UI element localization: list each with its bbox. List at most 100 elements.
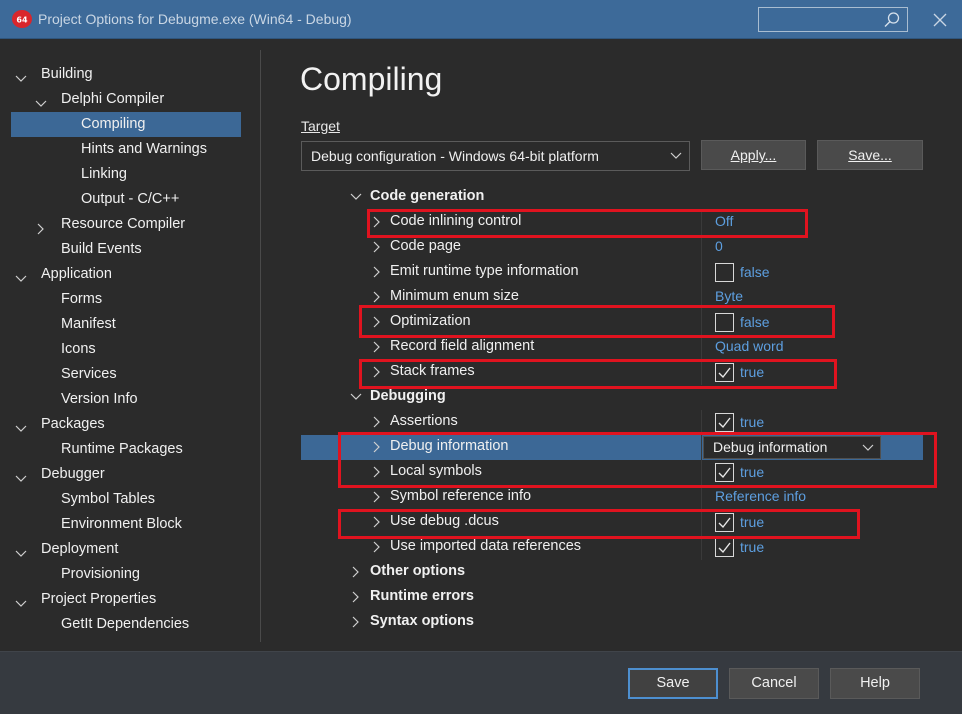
property-dropdown[interactable]: Debug information bbox=[703, 436, 881, 459]
sidebar-item[interactable]: Version Info bbox=[0, 387, 258, 412]
chevron-right-icon[interactable] bbox=[349, 590, 363, 604]
property-row[interactable]: Optimization false bbox=[301, 310, 923, 335]
section-row[interactable]: Code generation bbox=[301, 185, 923, 210]
chevron-down-icon[interactable] bbox=[349, 190, 363, 204]
cancel-button[interactable]: Cancel bbox=[729, 668, 819, 699]
property-row[interactable]: Debug information Debug information bbox=[301, 435, 923, 460]
target-select[interactable]: Debug configuration - Windows 64-bit pla… bbox=[301, 141, 690, 171]
save-button[interactable]: Save bbox=[628, 668, 718, 699]
property-row[interactable]: Use imported data references true bbox=[301, 535, 923, 560]
sidebar-item[interactable]: GetIt Dependencies bbox=[0, 612, 258, 637]
column-divider bbox=[701, 460, 702, 485]
sidebar-item-label: Build Events bbox=[61, 241, 142, 257]
sidebar-item[interactable]: Manifest bbox=[0, 312, 258, 337]
sidebar-item[interactable]: Deployment bbox=[0, 537, 258, 562]
property-row[interactable]: Symbol reference info Reference info bbox=[301, 485, 923, 510]
sidebar-item[interactable]: Resource Compiler bbox=[0, 212, 258, 237]
sidebar-item[interactable]: Compiling bbox=[11, 112, 241, 137]
section-row[interactable]: Other options bbox=[301, 560, 923, 585]
section-row[interactable]: Runtime errors bbox=[301, 585, 923, 610]
sidebar-item[interactable]: Application bbox=[0, 262, 258, 287]
sidebar-item-label: Output - C/C++ bbox=[81, 191, 180, 207]
checkbox[interactable] bbox=[715, 413, 734, 432]
property-row[interactable]: Emit runtime type information false bbox=[301, 260, 923, 285]
sidebar-item-label: Building bbox=[41, 66, 93, 82]
chevron-right-icon[interactable] bbox=[370, 315, 384, 329]
sidebar-item[interactable]: Services bbox=[0, 362, 258, 387]
chevron-right-icon[interactable] bbox=[370, 415, 384, 429]
sidebar-item[interactable]: Icons bbox=[0, 337, 258, 362]
property-row[interactable]: Use debug .dcus true bbox=[301, 510, 923, 535]
help-button[interactable]: Help bbox=[830, 668, 920, 699]
property-label: Code page bbox=[390, 238, 461, 254]
sidebar-item[interactable]: Runtime Packages bbox=[0, 437, 258, 462]
property-row[interactable]: Assertions true bbox=[301, 410, 923, 435]
sidebar-item[interactable]: Build Events bbox=[0, 237, 258, 262]
sidebar-item[interactable]: Building bbox=[0, 62, 258, 87]
checkbox[interactable] bbox=[715, 363, 734, 382]
apply-button[interactable]: Apply... bbox=[701, 140, 806, 170]
sidebar-item[interactable]: Symbol Tables bbox=[0, 487, 258, 512]
chevron-right-icon[interactable] bbox=[370, 240, 384, 254]
title-bar: 64 Project Options for Debugme.exe (Win6… bbox=[0, 0, 962, 39]
sidebar-item[interactable]: Packages bbox=[0, 412, 258, 437]
chevron-right-icon[interactable] bbox=[370, 340, 384, 354]
chevron-down-icon[interactable] bbox=[349, 390, 363, 404]
chevron-right-icon[interactable] bbox=[370, 265, 384, 279]
sidebar-item[interactable]: Forms bbox=[0, 287, 258, 312]
sidebar-item[interactable]: Linking bbox=[0, 162, 258, 187]
property-label: Assertions bbox=[390, 413, 458, 429]
section-row[interactable]: Debugging bbox=[301, 385, 923, 410]
checkbox[interactable] bbox=[715, 538, 734, 557]
search-icon bbox=[884, 12, 900, 27]
search-input[interactable] bbox=[758, 7, 908, 32]
checkmark-icon bbox=[718, 517, 731, 529]
chevron-right-icon[interactable] bbox=[370, 215, 384, 229]
checkbox[interactable] bbox=[715, 263, 734, 282]
chevron-right-icon[interactable] bbox=[370, 440, 384, 454]
save-target-button[interactable]: Save... bbox=[817, 140, 923, 170]
chevron-right-icon[interactable] bbox=[370, 365, 384, 379]
checkmark-icon bbox=[718, 542, 731, 554]
chevron-right-icon[interactable] bbox=[370, 465, 384, 479]
checkbox[interactable] bbox=[715, 313, 734, 332]
property-value: false bbox=[740, 314, 770, 330]
sidebar-item[interactable]: Output - C/C++ bbox=[0, 187, 258, 212]
sidebar-item-label: Project Properties bbox=[41, 591, 157, 607]
section-row[interactable]: Syntax options bbox=[301, 610, 923, 635]
close-icon[interactable] bbox=[928, 8, 952, 32]
property-value[interactable]: Off bbox=[715, 213, 733, 229]
property-row[interactable]: Stack frames true bbox=[301, 360, 923, 385]
sidebar-item[interactable]: Environment Block bbox=[0, 512, 258, 537]
property-row[interactable]: Local symbols true bbox=[301, 460, 923, 485]
chevron-right-icon[interactable] bbox=[370, 540, 384, 554]
property-value[interactable]: Reference info bbox=[715, 488, 806, 504]
checkbox[interactable] bbox=[715, 463, 734, 482]
property-row[interactable]: Code page 0 bbox=[301, 235, 923, 260]
chevron-right-icon[interactable] bbox=[370, 490, 384, 504]
property-value[interactable]: Byte bbox=[715, 288, 743, 304]
column-divider bbox=[701, 285, 702, 310]
column-divider bbox=[701, 410, 702, 435]
chevron-right-icon[interactable] bbox=[349, 565, 363, 579]
property-row[interactable]: Minimum enum size Byte bbox=[301, 285, 923, 310]
chevron-right-icon[interactable] bbox=[370, 290, 384, 304]
column-divider bbox=[701, 235, 702, 260]
property-row[interactable]: Code inlining control Off bbox=[301, 210, 923, 235]
property-value[interactable]: Quad word bbox=[715, 338, 783, 354]
sidebar-item[interactable]: Project Properties bbox=[0, 587, 258, 612]
chevron-right-icon[interactable] bbox=[370, 515, 384, 529]
checkbox[interactable] bbox=[715, 513, 734, 532]
property-row[interactable]: Record field alignment Quad word bbox=[301, 335, 923, 360]
sidebar-item[interactable]: Hints and Warnings bbox=[0, 137, 258, 162]
chevron-right-icon[interactable] bbox=[349, 615, 363, 629]
sidebar-item[interactable]: Delphi Compiler bbox=[0, 87, 258, 112]
sidebar-item-label: Debugger bbox=[41, 466, 105, 482]
sidebar-item[interactable]: Provisioning bbox=[0, 562, 258, 587]
property-value[interactable]: 0 bbox=[715, 238, 723, 254]
options-tree: Building Delphi Compiler Compiling Hints an… bbox=[0, 39, 260, 649]
property-label: Use imported data references bbox=[390, 538, 582, 554]
sidebar-item[interactable]: Debugger bbox=[0, 462, 258, 487]
apply-button-label: Apply... bbox=[730, 147, 777, 163]
window-title: Project Options for Debugme.exe (Win64 -… bbox=[38, 11, 352, 27]
